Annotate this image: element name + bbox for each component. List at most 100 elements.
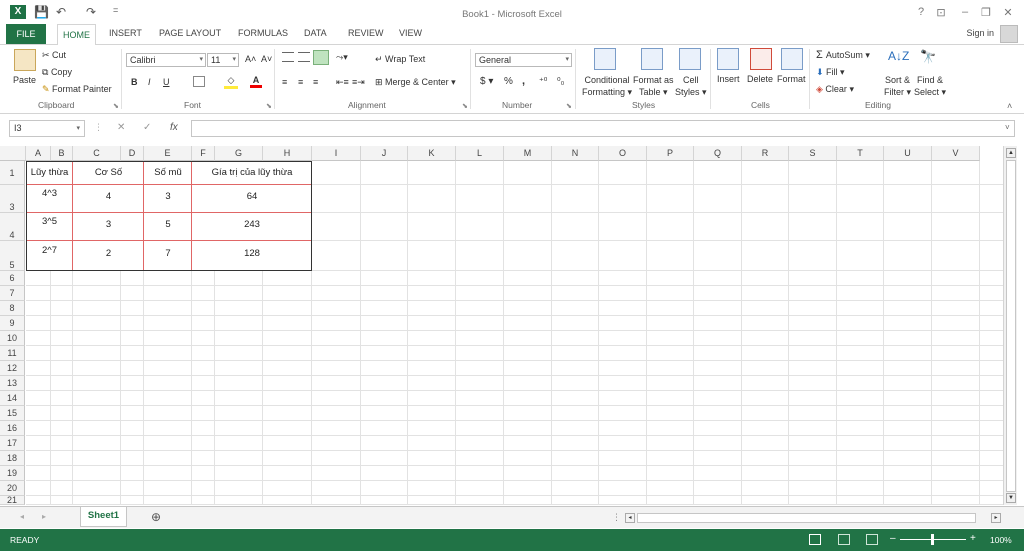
find-select-button[interactable]: Find & Select ▾ <box>914 74 946 98</box>
table-cell[interactable]: 2 <box>73 241 144 271</box>
cell-styles-button[interactable]: Cell Styles ▾ <box>675 74 707 98</box>
fill-button[interactable]: ⬇ Fill ▾ <box>816 67 845 78</box>
collapse-ribbon-icon[interactable]: ˄ <box>1007 101 1012 111</box>
column-header-r[interactable]: R <box>742 146 789 161</box>
column-header-h[interactable]: H <box>263 146 312 161</box>
horizontal-scroll-thumb[interactable] <box>637 513 976 523</box>
tab-data[interactable]: DATA <box>304 28 327 38</box>
tab-split-handle[interactable]: ⋮ <box>612 512 621 523</box>
page-break-view-icon[interactable] <box>866 534 878 545</box>
table-cell[interactable]: 3^5 <box>26 213 73 241</box>
cut-button[interactable]: ✂ Cut <box>42 50 66 61</box>
increase-decimal-icon[interactable]: ⁺⁰ <box>539 76 547 87</box>
table-cell[interactable]: 4 <box>73 185 144 213</box>
paste-icon[interactable] <box>14 49 36 71</box>
column-header-s[interactable]: S <box>789 146 837 161</box>
fill-color-icon[interactable]: ◇ <box>224 75 238 89</box>
comma-format-button[interactable]: , <box>522 75 525 87</box>
column-header-d[interactable]: D <box>121 146 144 161</box>
table-header-cell[interactable]: Số mũ <box>144 161 192 185</box>
column-header-i[interactable]: I <box>312 146 361 161</box>
column-header-p[interactable]: P <box>647 146 694 161</box>
sort-filter-button[interactable]: Sort & Filter ▾ <box>884 74 911 98</box>
enter-icon[interactable]: ✓ <box>143 122 151 133</box>
align-left-icon[interactable]: ≡ <box>282 77 287 87</box>
borders-icon[interactable] <box>193 76 205 87</box>
vertical-scroll-thumb[interactable] <box>1006 160 1016 492</box>
next-sheet-icon[interactable]: ▸ <box>42 512 46 521</box>
tab-review[interactable]: REVIEW <box>348 28 384 38</box>
table-header-cell[interactable]: Lũy thừa <box>26 161 73 185</box>
paste-button[interactable]: Paste <box>13 75 36 85</box>
row-header-19[interactable]: 19 <box>0 466 25 481</box>
column-header-u[interactable]: U <box>884 146 932 161</box>
italic-button[interactable]: I <box>148 77 151 87</box>
row-header-6[interactable]: 6 <box>0 271 25 286</box>
grow-font-button[interactable]: A˄ <box>245 54 256 64</box>
add-sheet-icon[interactable]: ⊕ <box>151 510 161 524</box>
table-cell[interactable]: 128 <box>192 241 312 271</box>
column-header-v[interactable]: V <box>932 146 980 161</box>
decrease-indent-icon[interactable]: ⇤≡ <box>336 77 349 88</box>
underline-button[interactable]: U <box>163 77 170 87</box>
copy-button[interactable]: ⧉ Copy <box>42 67 72 78</box>
column-header-a[interactable]: A <box>26 146 51 161</box>
column-header-n[interactable]: N <box>552 146 599 161</box>
row-header-12[interactable]: 12 <box>0 361 25 376</box>
number-launcher-icon[interactable]: ⬊ <box>566 102 572 110</box>
tab-view[interactable]: VIEW <box>399 28 422 38</box>
row-header-3[interactable]: 3 <box>0 185 25 213</box>
table-cell[interactable]: 5 <box>144 213 192 241</box>
expand-formula-bar-icon[interactable]: ˅ <box>1005 123 1010 132</box>
scroll-left-icon[interactable]: ◂ <box>625 513 635 523</box>
page-layout-view-icon[interactable] <box>838 534 850 545</box>
align-center-icon[interactable]: ≡ <box>298 77 303 87</box>
row-header-11[interactable]: 11 <box>0 346 25 361</box>
table-cell[interactable]: 7 <box>144 241 192 271</box>
format-as-table-button[interactable]: Format as Table ▾ <box>633 74 674 98</box>
orientation-icon[interactable]: ⤳▾ <box>336 52 348 63</box>
ribbon-display-options-icon[interactable]: ⊡ <box>934 6 948 19</box>
format-painter-button[interactable]: ✎ Format Painter <box>42 84 112 95</box>
decrease-decimal-icon[interactable]: ⁰₀ <box>557 76 564 87</box>
autosum-button[interactable]: Σ AutoSum ▾ <box>816 49 870 61</box>
tab-formulas[interactable]: FORMULAS <box>238 28 288 38</box>
normal-view-icon[interactable] <box>809 534 821 545</box>
format-cells-button[interactable]: Format <box>777 74 806 84</box>
shrink-font-button[interactable]: A˅ <box>261 54 272 64</box>
font-launcher-icon[interactable]: ⬊ <box>266 102 272 110</box>
formula-input[interactable] <box>191 120 1015 137</box>
close-icon[interactable]: ✕ <box>1001 6 1015 19</box>
bold-button[interactable]: B <box>131 77 138 87</box>
table-cell[interactable]: 2^7 <box>26 241 73 271</box>
tab-home[interactable]: HOME <box>57 24 96 45</box>
row-header-10[interactable]: 10 <box>0 331 25 346</box>
tab-page-layout[interactable]: PAGE LAYOUT <box>159 28 221 38</box>
row-header-21[interactable]: 21 <box>0 496 25 505</box>
conditional-formatting-button[interactable]: Conditional Formatting ▾ <box>582 74 632 98</box>
accounting-format-button[interactable]: $ ▾ <box>480 76 493 87</box>
column-header-f[interactable]: F <box>192 146 215 161</box>
table-cell[interactable]: 3 <box>73 213 144 241</box>
percent-format-button[interactable]: % <box>504 76 513 87</box>
name-box[interactable]: I3 ▾ <box>9 120 85 137</box>
zoom-slider-thumb[interactable] <box>931 534 934 545</box>
delete-cells-button[interactable]: Delete <box>747 74 773 84</box>
table-cell[interactable]: 3 <box>144 185 192 213</box>
row-header-18[interactable]: 18 <box>0 451 25 466</box>
row-header-13[interactable]: 13 <box>0 376 25 391</box>
zoom-in-icon[interactable]: + <box>970 533 976 544</box>
spreadsheet-grid[interactable]: ABCDEFGHIJKLMNOPQRSTUV 1 3 4 5 6 7 8 9 10 11 12 13 1… <box>0 146 1003 505</box>
column-header-b[interactable]: B <box>51 146 73 161</box>
table-cell[interactable]: 64 <box>192 185 312 213</box>
column-header-o[interactable]: O <box>599 146 647 161</box>
select-all-corner[interactable] <box>0 146 26 161</box>
row-header-17[interactable]: 17 <box>0 436 25 451</box>
sheet-tab-sheet1[interactable]: Sheet1 <box>80 507 127 527</box>
alignment-launcher-icon[interactable]: ⬊ <box>462 102 468 110</box>
tab-insert[interactable]: INSERT <box>109 28 142 38</box>
table-cell[interactable]: 4^3 <box>26 185 73 213</box>
column-header-m[interactable]: M <box>504 146 552 161</box>
zoom-level[interactable]: 100% <box>990 535 1012 545</box>
column-header-e[interactable]: E <box>144 146 192 161</box>
